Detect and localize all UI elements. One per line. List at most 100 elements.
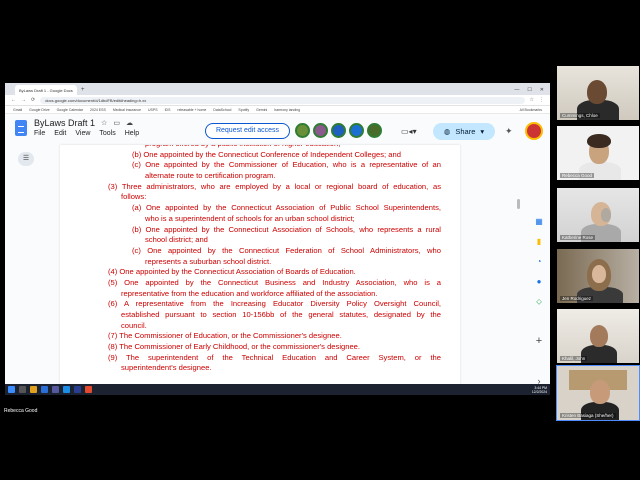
document-line: alternate route to certification program… — [108, 171, 441, 182]
docs-header: ByLaws Draft 1 ☆ ▭ ☁ File Edit View Tools He… — [5, 114, 550, 145]
bookmark-item[interactable]: releasable + home — [177, 108, 206, 112]
menu-bar: File Edit View Tools Help — [34, 130, 139, 137]
forward-icon[interactable]: → — [21, 97, 26, 103]
request-edit-access-button[interactable]: Request edit access — [205, 123, 290, 139]
word-icon[interactable] — [74, 386, 81, 393]
bookmark-item[interactable]: Gemini — [256, 108, 267, 112]
taskbar-clock[interactable]: 3:44 PM 12/2/2024 — [532, 386, 547, 394]
search-icon[interactable] — [19, 386, 26, 393]
bookmark-item[interactable]: Spotify — [238, 108, 249, 112]
document-line-text: superintendent's designee. — [121, 363, 212, 373]
clock-date: 12/2/2024 — [531, 389, 547, 394]
maps-icon[interactable]: ⬦ — [535, 297, 544, 306]
chrome-icon[interactable] — [85, 386, 92, 393]
move-folder-icon[interactable]: ▭ — [113, 119, 120, 127]
participant-name: Cummings, Chloe — [560, 113, 600, 118]
video-call-view: ByLaws Draft 1 - Google Docs + — ☐ ✕ ← →… — [0, 0, 640, 480]
globe-icon: ◍ — [443, 127, 451, 136]
document-line-text: (8) The Commissioner of Early Childhood,… — [108, 342, 361, 352]
document-line: (b) One appointed by the Connecticut Con… — [108, 150, 441, 161]
document-line-text: school district; and — [145, 235, 208, 245]
document-line: (7) The Commissioner of Education, or th… — [108, 331, 441, 342]
document-page[interactable]: program offered by a public institution … — [60, 145, 460, 395]
bookmark-item[interactable]: All Bookmarks — [520, 108, 542, 112]
menu-item-file[interactable]: File — [34, 130, 45, 137]
collaborator-avatar[interactable] — [367, 123, 382, 138]
minimize-icon[interactable]: — — [514, 85, 519, 95]
participant-tile[interactable]: Kristen Basiaga (She/her) — [556, 365, 640, 421]
document-line-text: follows: — [121, 192, 147, 202]
maximize-icon[interactable]: ☐ — [527, 85, 531, 95]
collaborator-avatar[interactable] — [313, 123, 328, 138]
collaborator-avatar[interactable] — [295, 123, 310, 138]
participant-tile[interactable]: Khalil, John — [557, 309, 639, 363]
bookmark-item[interactable]: IDS — [165, 108, 171, 112]
bookmark-item[interactable]: Google Drive — [29, 108, 49, 112]
participant-tile[interactable]: Katherine Rose — [557, 188, 639, 242]
menu-dots-icon[interactable]: ⋮ — [539, 97, 544, 103]
collaborator-avatar[interactable] — [349, 123, 364, 138]
docs-logo-icon[interactable] — [15, 120, 27, 136]
menu-item-tools[interactable]: Tools — [99, 130, 115, 137]
bookmark-item[interactable]: 2024 ESS — [90, 108, 106, 112]
outline-toggle-icon[interactable]: ☰ — [18, 152, 34, 166]
collaborator-avatars — [295, 123, 382, 138]
back-icon[interactable]: ← — [11, 97, 16, 103]
document-line-text: represents a suburban school district. — [145, 256, 272, 266]
bookmark-item[interactable]: USPS — [148, 108, 158, 112]
menu-item-view[interactable]: View — [75, 130, 90, 137]
document-line-text: alternate route to certification program… — [145, 171, 276, 181]
start-icon[interactable] — [8, 386, 15, 393]
document-line-text: (7) The Commissioner of Education, or th… — [108, 331, 342, 341]
collaborator-avatar[interactable] — [331, 123, 346, 138]
star-icon[interactable]: ☆ — [530, 97, 534, 103]
participant-tile[interactable]: Jen Rodriguez — [557, 249, 639, 303]
document-line: (3) Three administrators, who are employ… — [108, 181, 441, 191]
document-line: school district; and — [108, 235, 441, 246]
share-button[interactable]: ◍ Share ▾ — [433, 123, 495, 140]
contacts-icon[interactable]: ● — [535, 277, 544, 286]
calendar-icon[interactable]: ▦ — [535, 217, 544, 226]
bookmark-item[interactable]: harmony landing — [274, 108, 300, 112]
url-field[interactable]: docs.google.com/document/d/1dbdFB/edit#h… — [40, 96, 525, 104]
document-line: established pursuant to section 10-156bb… — [121, 310, 441, 319]
participant-tile[interactable]: Cummings, Chloe — [557, 66, 639, 120]
browser-tab-bar: ByLaws Draft 1 - Google Docs + — ☐ ✕ — [5, 83, 550, 95]
bookmark-item[interactable]: Google Calendar — [57, 108, 83, 112]
outlook-icon[interactable] — [41, 386, 48, 393]
document-line: (a) One appointed by the Connecticut Ass… — [132, 203, 441, 213]
doc-title[interactable]: ByLaws Draft 1 — [34, 118, 95, 128]
gemini-icon[interactable]: ✦ — [505, 126, 513, 137]
title-block: ByLaws Draft 1 ☆ ▭ ☁ File Edit View Tools He… — [34, 118, 139, 137]
document-line: who is a superintendent of schools for a… — [108, 214, 441, 225]
document-line-text: who is a superintendent of schools for a… — [145, 213, 355, 223]
document-line: represents a suburban school district. — [108, 257, 441, 268]
menu-item-edit[interactable]: Edit — [54, 130, 66, 137]
participant-tile[interactable]: Rebecca Good — [557, 126, 639, 180]
meet-icon[interactable]: ▭◂▾ — [401, 127, 417, 136]
file-explorer-icon[interactable] — [30, 386, 37, 393]
bookmark-item[interactable]: Medical insurance — [113, 108, 141, 112]
scrollbar[interactable] — [517, 199, 520, 209]
document-line: (9) The superintendent of the Technical … — [108, 352, 441, 362]
bookmark-item[interactable]: Gmail — [13, 108, 22, 112]
participant-name: Khalil, John — [560, 356, 588, 361]
account-avatar[interactable] — [525, 122, 543, 140]
participant-name: Katherine Rose — [560, 235, 596, 240]
document-line-text: council. — [121, 320, 147, 330]
browser-tab[interactable]: ByLaws Draft 1 - Google Docs — [15, 85, 77, 95]
star-icon[interactable]: ☆ — [101, 119, 107, 127]
document-line-text: program offered by a public institution … — [145, 145, 340, 148]
edge-icon[interactable] — [63, 386, 70, 393]
tasks-icon[interactable]: ◔ — [535, 257, 544, 266]
reload-icon[interactable]: ⟳ — [31, 97, 35, 103]
teams-icon[interactable] — [52, 386, 59, 393]
close-icon[interactable]: ✕ — [540, 85, 544, 95]
cloud-status-icon[interactable]: ☁ — [126, 119, 133, 127]
menu-item-help[interactable]: Help — [125, 130, 139, 137]
bookmark-item[interactable]: DataSchool — [213, 108, 231, 112]
share-label: Share — [455, 127, 476, 136]
new-tab-button[interactable]: + — [81, 85, 85, 95]
keep-icon[interactable]: ▮ — [535, 237, 544, 246]
add-addon-icon[interactable]: + — [536, 335, 542, 347]
